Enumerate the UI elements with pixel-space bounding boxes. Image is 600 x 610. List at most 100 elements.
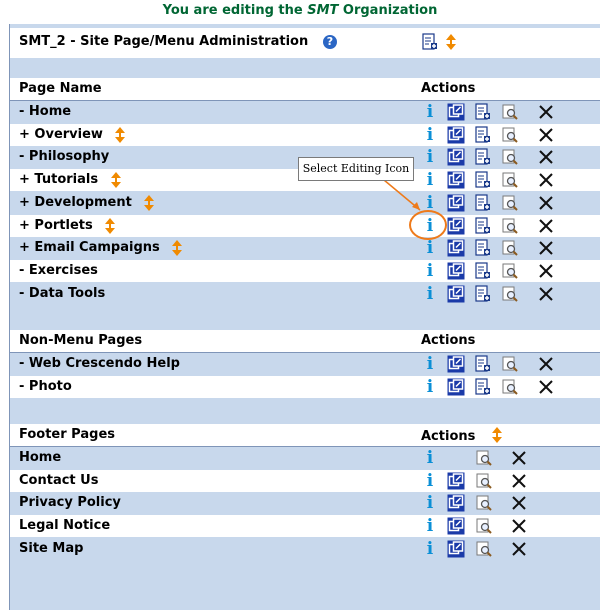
delete-icon[interactable] (537, 103, 555, 121)
delete-icon[interactable] (537, 171, 555, 189)
page-name-label[interactable]: - Home (19, 101, 71, 123)
page-name-label[interactable]: Legal Notice (19, 515, 110, 537)
edit-page-icon[interactable] (447, 378, 465, 396)
page-name-label[interactable]: + Tutorials (19, 169, 98, 191)
page-name-label[interactable]: Privacy Policy (19, 492, 121, 514)
preview-icon[interactable] (501, 285, 519, 303)
preview-icon[interactable] (501, 148, 519, 166)
page-name-label[interactable]: - Web Crescendo Help (19, 353, 180, 375)
edit-page-icon[interactable] (447, 262, 465, 280)
delete-icon[interactable] (537, 285, 555, 303)
reorder-arrows-icon[interactable] (446, 34, 456, 50)
page-name-label[interactable]: - Photo (19, 376, 72, 398)
edit-page-icon[interactable] (447, 355, 465, 373)
preview-icon[interactable] (501, 103, 519, 121)
delete-icon[interactable] (510, 517, 528, 535)
preview-icon[interactable] (501, 239, 519, 257)
info-icon[interactable]: i (421, 262, 439, 280)
help-icon[interactable]: ? (323, 35, 337, 49)
info-icon[interactable]: i (421, 517, 439, 535)
edit-page-icon[interactable] (447, 126, 465, 144)
delete-icon[interactable] (510, 472, 528, 490)
page-name-label[interactable]: - Data Tools (19, 283, 105, 305)
page-name-label[interactable]: - Philosophy (19, 146, 109, 168)
edit-page-icon[interactable] (447, 472, 465, 490)
info-icon[interactable]: i (421, 126, 439, 144)
add-page-icon[interactable] (473, 126, 491, 144)
edit-page-icon[interactable] (447, 540, 465, 558)
preview-icon[interactable] (501, 126, 519, 144)
add-page-icon[interactable] (473, 148, 491, 166)
delete-icon[interactable] (510, 540, 528, 558)
preview-icon[interactable] (475, 517, 493, 535)
info-icon[interactable]: i (421, 494, 439, 512)
table-row: + Development i (10, 191, 600, 214)
preview-icon[interactable] (501, 217, 519, 235)
preview-icon[interactable] (475, 494, 493, 512)
edit-page-icon[interactable] (447, 494, 465, 512)
page-name-label[interactable]: Site Map (19, 538, 83, 560)
page-name-label[interactable]: + Overview (19, 124, 103, 146)
delete-icon[interactable] (537, 126, 555, 144)
info-icon[interactable]: i (421, 378, 439, 396)
edit-page-icon[interactable] (447, 171, 465, 189)
info-icon[interactable]: i (421, 472, 439, 490)
reorder-arrows-icon[interactable] (492, 427, 502, 443)
page-name-label[interactable]: + Development (19, 192, 132, 214)
table-row: Legal Notice i (10, 515, 600, 538)
edit-page-icon[interactable] (447, 148, 465, 166)
reorder-arrows-icon[interactable] (105, 217, 116, 234)
add-page-icon[interactable] (473, 284, 491, 303)
delete-icon[interactable] (537, 148, 555, 166)
editing-banner: You are editing the SMT Organization (0, 0, 600, 24)
page-name-label[interactable]: + Portlets (19, 215, 93, 237)
info-icon[interactable]: i (421, 171, 439, 189)
edit-page-icon[interactable] (447, 239, 465, 257)
info-icon[interactable]: i (421, 540, 439, 558)
delete-icon[interactable] (537, 355, 555, 373)
preview-icon[interactable] (501, 378, 519, 396)
preview-icon[interactable] (475, 540, 493, 558)
add-page-icon[interactable] (473, 378, 491, 396)
add-page-icon[interactable] (473, 216, 491, 235)
edit-page-icon[interactable] (447, 103, 465, 121)
preview-icon[interactable] (501, 262, 519, 280)
info-icon[interactable]: i (421, 355, 439, 373)
add-page-icon[interactable] (473, 355, 491, 373)
delete-icon[interactable] (537, 217, 555, 235)
edit-page-icon[interactable] (447, 217, 465, 235)
reorder-arrows-icon[interactable] (115, 126, 126, 143)
reorder-arrows-icon[interactable] (110, 172, 121, 189)
reorder-arrows-icon[interactable] (144, 194, 155, 211)
preview-icon[interactable] (475, 472, 493, 490)
info-icon[interactable]: i (421, 148, 439, 166)
add-page-icon[interactable] (473, 262, 491, 280)
delete-icon[interactable] (510, 449, 528, 467)
add-page-icon[interactable] (473, 103, 491, 121)
info-icon[interactable]: i (421, 239, 439, 257)
page-name-label[interactable]: Home (19, 447, 61, 469)
info-icon[interactable]: i (421, 285, 439, 303)
add-page-icon[interactable] (420, 33, 438, 51)
reorder-arrows-icon[interactable] (172, 240, 183, 257)
add-page-icon[interactable] (473, 239, 491, 257)
add-page-icon[interactable] (473, 171, 491, 189)
page-name-label[interactable]: Contact Us (19, 470, 98, 492)
preview-icon[interactable] (501, 194, 519, 212)
page-name-label[interactable]: - Exercises (19, 260, 98, 282)
edit-page-icon[interactable] (447, 517, 465, 535)
add-page-icon[interactable] (473, 194, 491, 212)
info-icon[interactable]: i (421, 103, 439, 121)
delete-icon[interactable] (537, 194, 555, 212)
delete-icon[interactable] (537, 262, 555, 280)
edit-page-icon[interactable] (447, 285, 465, 303)
page-name-label[interactable]: + Email Campaigns (19, 237, 160, 259)
preview-icon[interactable] (475, 449, 493, 467)
preview-icon[interactable] (501, 355, 519, 373)
delete-icon[interactable] (510, 494, 528, 512)
delete-icon[interactable] (537, 378, 555, 396)
info-icon[interactable]: i (421, 449, 439, 467)
delete-icon[interactable] (537, 239, 555, 257)
preview-icon[interactable] (501, 171, 519, 189)
edit-page-icon[interactable] (447, 194, 465, 212)
